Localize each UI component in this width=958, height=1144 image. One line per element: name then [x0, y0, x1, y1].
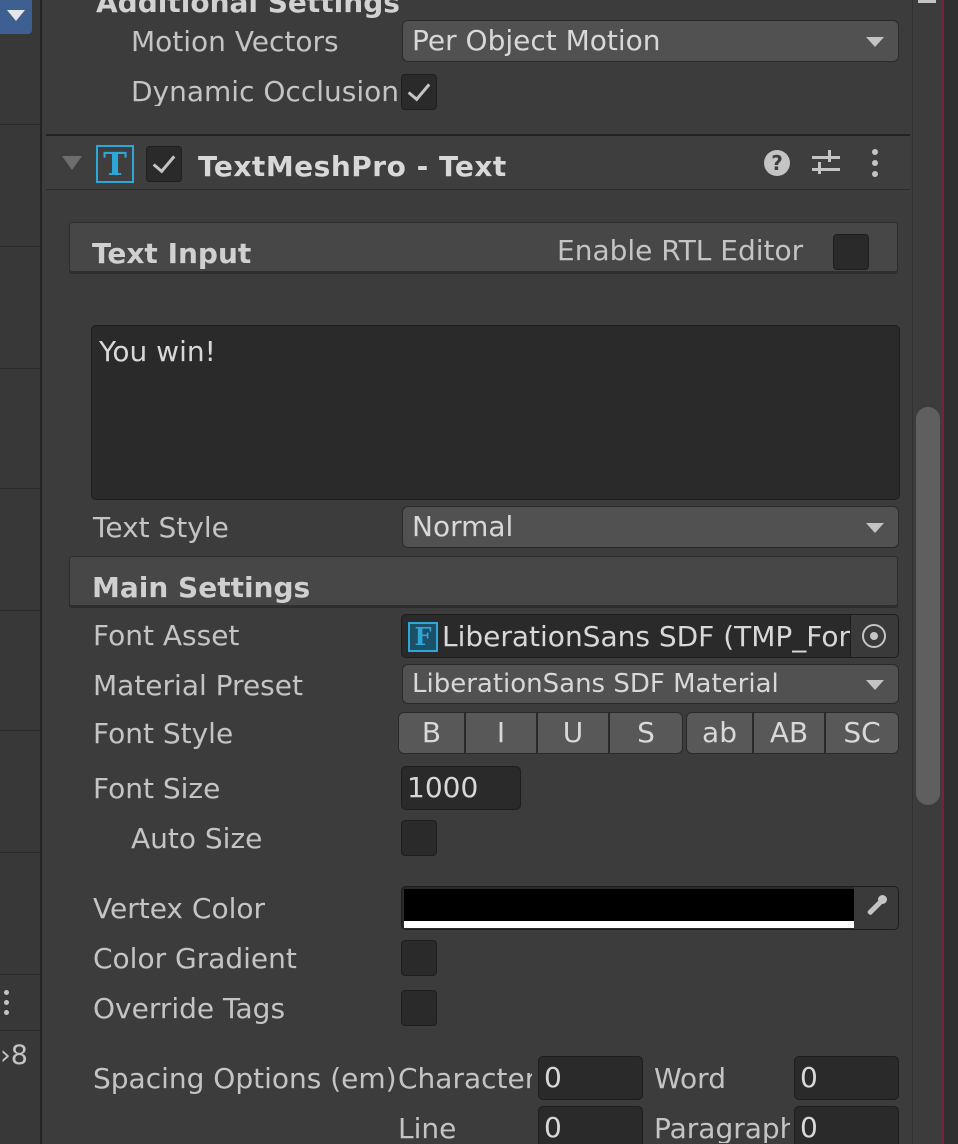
left-divider: [0, 124, 40, 125]
vertex-color-alpha-bar: [404, 921, 854, 928]
font-style-underline-button[interactable]: U: [537, 712, 609, 754]
vertex-color-swatch[interactable]: [404, 889, 854, 921]
main-settings-section-header: Main Settings: [69, 556, 898, 608]
left-divider: [0, 730, 40, 731]
chevron-down-icon: [866, 680, 884, 690]
character-spacing-field[interactable]: 0: [538, 1056, 643, 1100]
left-divider: [0, 1030, 40, 1031]
font-style-label: Font Style: [93, 717, 234, 750]
chevron-down-icon: [866, 523, 884, 533]
line-spacing-label: Line: [398, 1112, 457, 1144]
dynamic-occlusion-label: Dynamic Occlusion: [131, 78, 399, 106]
component-menu-icon[interactable]: [872, 149, 880, 179]
text-style-dropdown[interactable]: Normal: [402, 506, 899, 548]
left-divider: [0, 488, 40, 489]
paragraph-spacing-field[interactable]: 0: [794, 1106, 899, 1144]
left-panel-strip: [0, 0, 42, 1144]
font-style-bold-button[interactable]: B: [398, 712, 465, 754]
text-input-area[interactable]: You win!: [91, 325, 900, 500]
word-spacing-field[interactable]: 0: [794, 1056, 899, 1100]
font-style-strikethrough-button[interactable]: S: [609, 712, 683, 754]
dynamic-occlusion-checkbox[interactable]: [401, 74, 437, 110]
font-asset-value: LiberationSans SDF (TMP_Font Asset): [442, 620, 852, 653]
spacing-options-label: Spacing Options (em): [93, 1062, 397, 1095]
chevron-down-icon: [866, 37, 884, 47]
font-size-field[interactable]: 1000: [401, 766, 521, 810]
motion-vectors-label: Motion Vectors: [131, 25, 339, 58]
main-settings-title: Main Settings: [92, 571, 311, 604]
minus-icon: [918, 0, 936, 3]
left-panel-text: ›8: [0, 1040, 28, 1071]
vertex-color-field[interactable]: [401, 886, 899, 930]
left-divider: [0, 852, 40, 853]
character-spacing-label: Character: [398, 1065, 532, 1093]
material-preset-dropdown[interactable]: LiberationSans SDF Material: [402, 664, 899, 704]
text-style-value: Normal: [412, 510, 514, 543]
chevron-down-icon: [7, 10, 25, 21]
auto-size-checkbox[interactable]: [401, 820, 437, 856]
auto-size-label: Auto Size: [131, 822, 263, 855]
eyedropper-icon[interactable]: [854, 887, 898, 929]
material-preset-label: Material Preset: [93, 669, 303, 702]
override-tags-label: Override Tags: [93, 992, 286, 1025]
paragraph-spacing-label: Paragraph: [654, 1115, 790, 1143]
font-asset-icon: F: [408, 622, 438, 652]
scrollbar-thumb[interactable]: [916, 407, 940, 805]
left-menu-icon[interactable]: [4, 990, 14, 1020]
object-picker-icon[interactable]: [850, 615, 898, 657]
presets-icon[interactable]: [812, 148, 840, 178]
font-style-italic-button[interactable]: I: [465, 712, 537, 754]
line-spacing-field[interactable]: 0: [538, 1106, 643, 1144]
left-divider: [0, 974, 40, 975]
color-gradient-label: Color Gradient: [93, 942, 297, 975]
foldout-arrow-icon[interactable]: [62, 156, 82, 170]
textmeshpro-icon: T: [96, 145, 134, 183]
word-spacing-label: Word: [654, 1062, 726, 1095]
left-dropdown-button[interactable]: [0, 0, 32, 34]
font-style-smallcaps-button[interactable]: SC: [825, 712, 899, 754]
font-style-uppercase-button[interactable]: AB: [753, 712, 825, 754]
text-style-label: Text Style: [93, 511, 229, 544]
component-title: TextMeshPro - Text: [198, 150, 507, 183]
rtl-editor-checkbox[interactable]: [833, 234, 869, 270]
material-preset-value: LiberationSans SDF Material: [412, 669, 779, 699]
motion-vectors-dropdown[interactable]: Per Object Motion: [402, 20, 899, 62]
help-icon[interactable]: ?: [764, 150, 790, 176]
font-size-label: Font Size: [93, 772, 221, 805]
font-asset-label: Font Asset: [93, 619, 240, 652]
vertex-color-label: Vertex Color: [93, 892, 266, 925]
font-asset-field[interactable]: F LiberationSans SDF (TMP_Font Asset): [401, 614, 899, 658]
window-edge: [942, 0, 958, 1144]
text-input-title: Text Input: [92, 237, 252, 270]
left-divider: [0, 610, 40, 611]
additional-settings-header[interactable]: Additional Settings: [96, 0, 400, 19]
override-tags-checkbox[interactable]: [401, 990, 437, 1026]
font-style-lowercase-button[interactable]: ab: [686, 712, 753, 754]
color-gradient-checkbox[interactable]: [401, 940, 437, 976]
rtl-editor-label: Enable RTL Editor: [557, 234, 804, 267]
left-divider: [0, 368, 40, 369]
left-divider: [0, 246, 40, 247]
motion-vectors-value: Per Object Motion: [412, 24, 661, 57]
component-enabled-checkbox[interactable]: [146, 146, 182, 182]
